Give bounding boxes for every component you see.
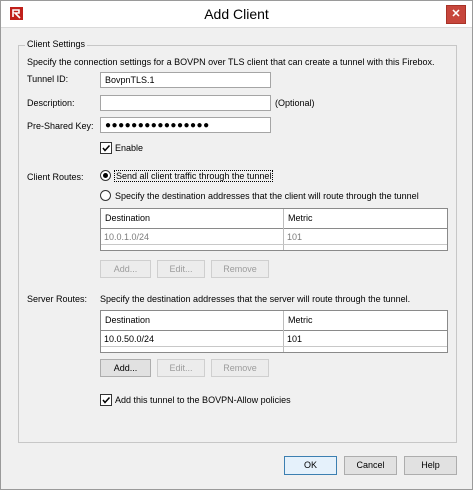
psk-masked-value: ●●●●●●●●●●●●●●●● — [105, 120, 210, 131]
ok-button[interactable]: OK — [284, 456, 337, 475]
description-input[interactable] — [100, 95, 271, 111]
add-to-policies-label: Add this tunnel to the BOVPN-Allow polic… — [115, 395, 291, 405]
table-row[interactable]: 10.0.50.0/24 101 — [101, 332, 447, 347]
enable-checkbox[interactable] — [100, 142, 112, 154]
table-row[interactable]: 10.0.1.0/24 101 — [101, 230, 447, 245]
psk-label: Pre-Shared Key: — [27, 121, 94, 131]
client-routes-label: Client Routes: — [27, 172, 84, 182]
column-header-destination[interactable]: Destination — [105, 213, 150, 223]
client-routes-table-header: Destination Metric — [101, 209, 447, 229]
row-metric: 101 — [287, 334, 303, 344]
client-routes-table[interactable]: Destination Metric 10.0.1.0/24 101 — [100, 208, 448, 251]
server-routes-label: Server Routes: — [27, 294, 88, 304]
tunnel-id-label: Tunnel ID: — [27, 74, 69, 84]
close-button[interactable]: ✕ — [446, 5, 466, 24]
tunnel-id-value: BovpnTLS.1 — [105, 75, 155, 85]
psk-input[interactable]: ●●●●●●●●●●●●●●●● — [100, 117, 271, 133]
row-destination: 10.0.1.0/24 — [104, 232, 150, 242]
specify-destinations-label: Specify the destination addresses that t… — [115, 191, 419, 201]
client-settings-description: Specify the connection settings for a BO… — [27, 57, 435, 67]
column-header-metric[interactable]: Metric — [288, 213, 313, 223]
specify-destinations-radio[interactable] — [100, 190, 111, 201]
help-button[interactable]: Help — [404, 456, 457, 475]
server-add-button[interactable]: Add... — [100, 359, 151, 377]
checkmark-icon — [102, 144, 111, 152]
cancel-button[interactable]: Cancel — [344, 456, 397, 475]
client-add-button[interactable]: Add... — [100, 260, 151, 278]
row-metric: 101 — [287, 232, 303, 242]
checkmark-icon — [102, 396, 111, 404]
client-edit-button[interactable]: Edit... — [157, 260, 205, 278]
client-remove-button[interactable]: Remove — [211, 260, 269, 278]
add-to-policies-checkbox[interactable] — [100, 394, 112, 406]
add-client-dialog: Add Client ✕ Client Settings Specify the… — [0, 0, 473, 490]
send-all-traffic-label: Send all client traffic through the tunn… — [114, 170, 274, 182]
enable-label: Enable — [115, 143, 144, 153]
title-bar: Add Client ✕ — [1, 1, 472, 28]
server-routes-table-header: Destination Metric — [101, 311, 447, 331]
radio-selected-dot — [103, 173, 108, 178]
tunnel-id-input[interactable]: BovpnTLS.1 — [100, 72, 271, 88]
server-routes-table[interactable]: Destination Metric 10.0.50.0/24 101 — [100, 310, 448, 353]
server-remove-button[interactable]: Remove — [211, 359, 269, 377]
row-destination: 10.0.50.0/24 — [104, 334, 155, 344]
window-title: Add Client — [204, 6, 269, 22]
column-header-metric[interactable]: Metric — [288, 315, 313, 325]
column-header-destination[interactable]: Destination — [105, 315, 150, 325]
send-all-traffic-radio[interactable] — [100, 170, 111, 181]
close-icon: ✕ — [451, 8, 461, 20]
client-settings-legend: Client Settings — [25, 39, 88, 49]
description-label: Description: — [27, 98, 75, 108]
optional-hint: (Optional) — [275, 98, 315, 108]
server-edit-button[interactable]: Edit... — [157, 359, 205, 377]
server-routes-description: Specify the destination addresses that t… — [100, 294, 411, 304]
